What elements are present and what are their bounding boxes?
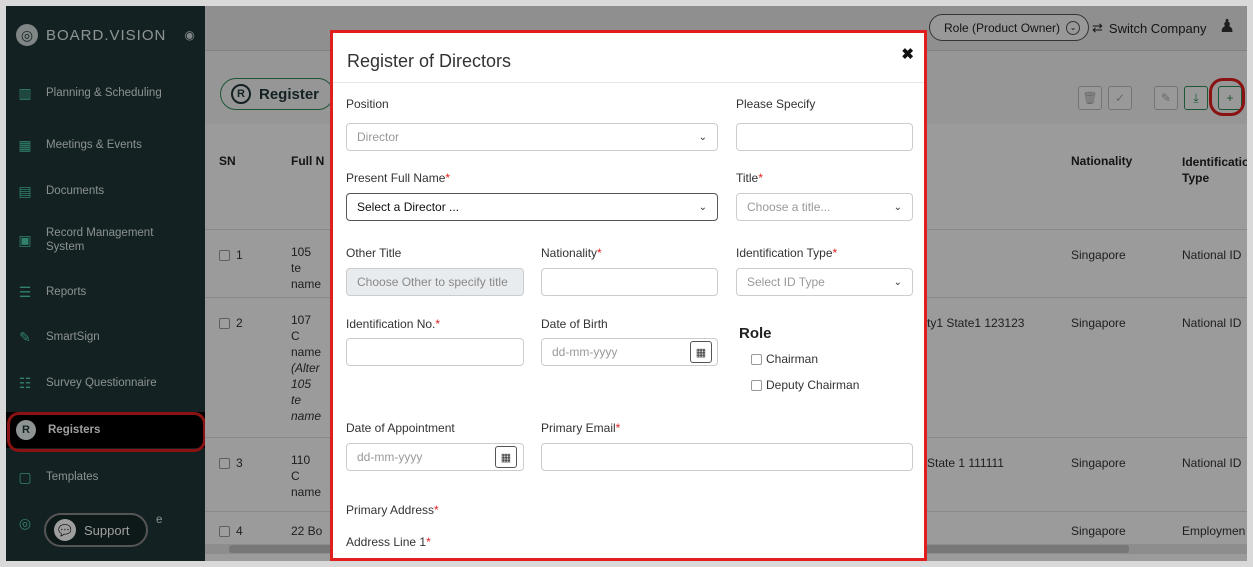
- identification-type-select[interactable]: Select ID Type ⌄: [736, 268, 913, 296]
- nationality-input[interactable]: [541, 268, 718, 296]
- position-value: Director: [357, 130, 400, 144]
- calendar-icon[interactable]: ▦: [690, 341, 712, 363]
- please-specify-input[interactable]: [736, 123, 913, 151]
- calendar-icon[interactable]: ▦: [495, 446, 517, 468]
- other-title-label: Other Title: [346, 246, 402, 260]
- date-of-birth-label: Date of Birth: [541, 317, 608, 331]
- identification-type-placeholder: Select ID Type: [747, 275, 825, 289]
- date-of-birth-placeholder: dd-mm-yyyy: [552, 345, 618, 359]
- please-specify-label: Please Specify: [736, 97, 816, 111]
- identification-no-label: Identification No.*: [346, 317, 441, 331]
- primary-email-input[interactable]: [541, 443, 913, 471]
- position-select[interactable]: Director ⌄: [346, 123, 718, 151]
- nationality-label: Nationality*: [541, 246, 602, 260]
- present-full-name-label: Present Full Name*: [346, 171, 451, 185]
- chevron-down-icon: ⌄: [698, 201, 707, 213]
- date-of-appointment-label: Date of Appointment: [346, 421, 455, 435]
- close-icon[interactable]: ✖: [901, 45, 914, 63]
- position-label: Position: [346, 97, 389, 111]
- address-line-1-label: Address Line 1*: [346, 535, 431, 549]
- primary-address-label: Primary Address*: [346, 503, 439, 517]
- role-heading: Role: [739, 325, 772, 342]
- deputy-chairman-checkbox[interactable]: Deputy Chairman: [751, 378, 859, 392]
- deputy-chairman-label: Deputy Chairman: [766, 378, 860, 392]
- present-full-name-value: Select a Director ...: [357, 200, 460, 214]
- modal-header: Register of Directors ✖: [333, 33, 924, 83]
- chevron-down-icon: ⌄: [893, 276, 902, 288]
- chevron-down-icon: ⌄: [698, 131, 707, 143]
- app-window: ◎ BOARD.VISION ◉ ▥ Planning & Scheduling…: [6, 6, 1247, 561]
- modal-title: Register of Directors: [347, 51, 512, 71]
- present-full-name-select[interactable]: Select a Director ... ⌄: [346, 193, 718, 221]
- checkbox-box[interactable]: [751, 379, 762, 391]
- register-of-directors-modal: Register of Directors ✖ Position Directo…: [330, 30, 927, 561]
- title-select[interactable]: Choose a title... ⌄: [736, 193, 913, 221]
- date-of-appointment-placeholder: dd-mm-yyyy: [357, 450, 423, 464]
- title-label: Title*: [736, 171, 763, 185]
- chevron-down-icon: ⌄: [893, 201, 902, 213]
- checkbox-box[interactable]: [751, 353, 762, 365]
- other-title-placeholder: Choose Other to specify title: [357, 275, 508, 289]
- chairman-label: Chairman: [766, 352, 819, 366]
- identification-no-input[interactable]: [346, 338, 524, 366]
- title-placeholder: Choose a title...: [747, 200, 831, 214]
- identification-type-label: Identification Type*: [736, 246, 838, 260]
- chairman-checkbox[interactable]: Chairman: [751, 352, 818, 366]
- other-title-input: Choose Other to specify title: [346, 268, 524, 296]
- primary-email-label: Primary Email*: [541, 421, 621, 435]
